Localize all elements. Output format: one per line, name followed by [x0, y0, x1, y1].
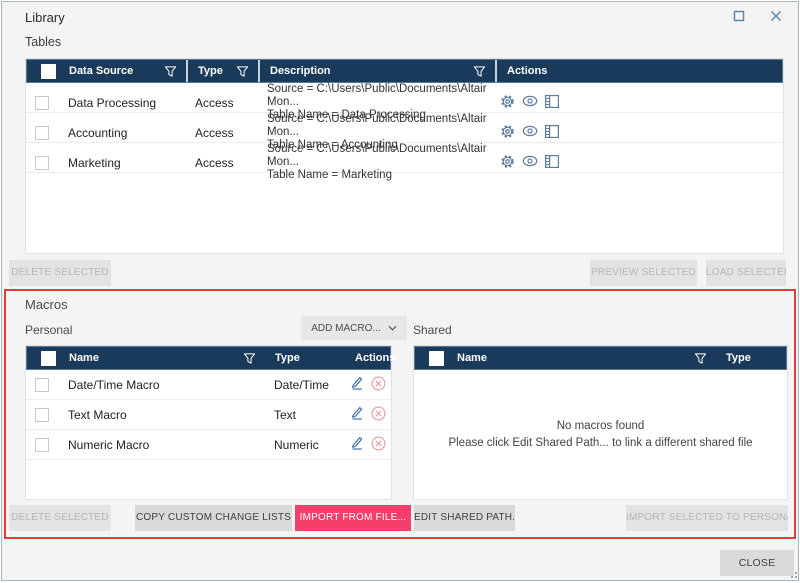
- data-source-cell: Data Processing: [68, 95, 157, 110]
- table-row[interactable]: Accounting Access Source = C:\Users\Publ…: [26, 113, 783, 151]
- row-actions: [344, 436, 391, 454]
- tables-table-header: Data Source Type Description Actions: [26, 59, 783, 83]
- table-row[interactable]: Data Processing Access Source = C:\Users…: [26, 83, 783, 121]
- resize-grip-icon[interactable]: [787, 569, 797, 580]
- macro-type-cell: Date/Time: [274, 377, 329, 392]
- row-actions: [494, 154, 783, 172]
- column-header-actions: Actions: [355, 352, 396, 364]
- data-source-cell: Marketing: [68, 155, 121, 170]
- pencil-edit-icon[interactable]: [350, 406, 364, 423]
- filter-icon[interactable]: [164, 65, 177, 78]
- column-header-type: Type: [275, 352, 300, 364]
- delete-macro-icon[interactable]: [371, 376, 386, 394]
- delete-selected-tables-button[interactable]: DELETE SELECTED: [9, 260, 111, 286]
- column-header-type: Type: [726, 352, 751, 364]
- macro-name-cell: Text Macro: [68, 407, 127, 422]
- load-table-icon[interactable]: [545, 124, 560, 141]
- macro-name-cell: Numeric Macro: [68, 437, 150, 452]
- column-header-type: Type: [186, 60, 258, 82]
- eye-icon[interactable]: [522, 155, 538, 170]
- row-actions: [344, 376, 391, 394]
- shared-macros-table: Name Type No macros found Please click E…: [413, 345, 788, 500]
- copy-custom-change-lists-button[interactable]: COPY CUSTOM CHANGE LISTS: [135, 505, 292, 531]
- pencil-edit-icon[interactable]: [350, 436, 364, 453]
- macro-row[interactable]: Text Macro Text: [26, 400, 391, 430]
- personal-label: Personal: [25, 323, 73, 337]
- macro-row[interactable]: Numeric Macro Numeric: [26, 430, 391, 460]
- shared-table-header: Name Type: [414, 346, 787, 370]
- description-line-2: Table Name = Marketing: [267, 169, 392, 181]
- description-line-1: Source = C:\Users\Public\Documents\Altai…: [267, 143, 487, 168]
- load-table-icon[interactable]: [545, 154, 560, 171]
- library-dialog: Library Tables Data Source Type Descript…: [1, 1, 799, 581]
- shared-empty-state: No macros found Please click Edit Shared…: [414, 370, 787, 499]
- delete-macro-icon[interactable]: [371, 406, 386, 424]
- empty-state-line-2: Please click Edit Shared Path... to link…: [448, 436, 753, 449]
- preview-selected-button[interactable]: PREVIEW SELECTED: [590, 260, 697, 286]
- chevron-down-icon: [388, 323, 397, 334]
- filter-icon[interactable]: [243, 352, 256, 365]
- load-selected-button[interactable]: LOAD SELECTED: [706, 260, 786, 286]
- macro-type-cell: Text: [274, 407, 297, 422]
- tables-section-label: Tables: [25, 35, 62, 49]
- column-header-actions: Actions: [495, 60, 782, 82]
- filter-icon[interactable]: [694, 352, 707, 365]
- import-from-file-button[interactable]: IMPORT FROM FILE...: [295, 505, 411, 531]
- close-icon: [770, 9, 782, 27]
- type-cell: Access: [195, 155, 234, 170]
- add-macro-button[interactable]: ADD MACRO...: [301, 316, 407, 340]
- row-checkbox[interactable]: [26, 95, 58, 110]
- table-row[interactable]: Marketing Access Source = C:\Users\Publi…: [26, 143, 783, 181]
- column-header-name: Name: [447, 347, 716, 369]
- row-checkbox[interactable]: [26, 377, 58, 392]
- close-button[interactable]: CLOSE: [720, 550, 794, 576]
- select-all-shared-checkbox[interactable]: [415, 347, 447, 369]
- filter-icon[interactable]: [473, 65, 486, 78]
- row-actions: [494, 94, 783, 112]
- maximize-button[interactable]: [728, 9, 750, 27]
- empty-state-line-1: No macros found: [556, 419, 645, 432]
- shared-label: Shared: [413, 323, 452, 337]
- import-selected-to-personal-button[interactable]: IMPORT SELECTED TO PERSONAL: [626, 505, 788, 531]
- row-checkbox[interactable]: [26, 125, 58, 140]
- delete-macro-icon[interactable]: [371, 436, 386, 454]
- description-cell: Source = C:\Users\Public\Documents\Altai…: [257, 143, 494, 182]
- personal-macros-table: Name Type Actions Date/Time Macro Date/T…: [25, 345, 395, 500]
- macro-name-cell: Date/Time Macro: [68, 377, 160, 392]
- load-table-icon[interactable]: [545, 94, 560, 111]
- column-header-description: Description: [258, 60, 495, 82]
- gear-icon[interactable]: [500, 154, 515, 172]
- row-actions: [344, 406, 391, 424]
- eye-icon[interactable]: [522, 95, 538, 110]
- macros-section-label: Macros: [25, 297, 68, 312]
- select-all-personal-checkbox[interactable]: [27, 347, 59, 369]
- macro-type-cell: Numeric: [274, 437, 319, 452]
- row-actions: [494, 124, 783, 142]
- gear-icon[interactable]: [500, 124, 515, 142]
- close-window-button[interactable]: [765, 9, 787, 27]
- macro-row[interactable]: Date/Time Macro Date/Time: [26, 370, 391, 400]
- filter-icon[interactable]: [236, 65, 249, 78]
- type-cell: Access: [195, 95, 234, 110]
- description-line-1: Source = C:\Users\Public\Documents\Altai…: [267, 113, 487, 138]
- select-all-tables-checkbox[interactable]: [27, 60, 59, 82]
- pencil-edit-icon[interactable]: [350, 376, 364, 393]
- delete-selected-macros-button[interactable]: DELETE SELECTED: [9, 505, 111, 531]
- edit-shared-path-button[interactable]: EDIT SHARED PATH...: [414, 505, 515, 531]
- personal-table-header: Name Type Actions: [26, 346, 395, 370]
- eye-icon[interactable]: [522, 125, 538, 140]
- data-source-cell: Accounting: [68, 125, 128, 140]
- row-checkbox[interactable]: [26, 437, 58, 452]
- row-checkbox[interactable]: [26, 155, 58, 170]
- row-checkbox[interactable]: [26, 407, 58, 422]
- gear-icon[interactable]: [500, 94, 515, 112]
- description-line-1: Source = C:\Users\Public\Documents\Altai…: [267, 83, 487, 108]
- column-header-data-source: Data Source: [59, 60, 186, 82]
- window-title: Library: [25, 10, 65, 25]
- tables-table: Data Source Type Description Actions Dat…: [25, 58, 784, 254]
- type-cell: Access: [195, 125, 234, 140]
- maximize-icon: [733, 9, 745, 27]
- column-header-name: Name: [59, 347, 265, 369]
